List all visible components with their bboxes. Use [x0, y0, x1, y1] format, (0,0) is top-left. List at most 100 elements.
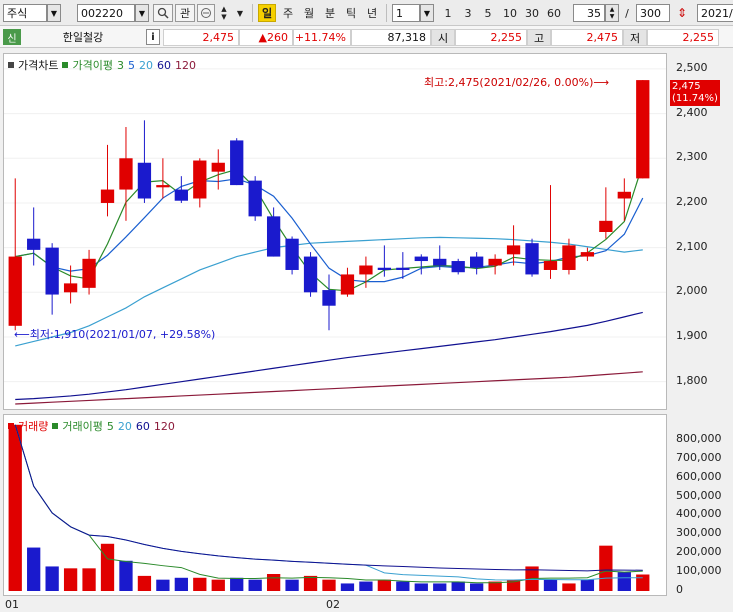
candle-body [470, 256, 484, 268]
range-toggle-icon[interactable]: ⇕ [673, 4, 691, 22]
period-tab-tick[interactable]: 틱 [342, 4, 360, 22]
volume-bar [174, 577, 188, 591]
search-icon[interactable] [153, 4, 173, 22]
credit-badge: 신 [3, 29, 21, 45]
volume-bar [248, 579, 262, 591]
ma120-line [15, 371, 643, 405]
stock-code-input[interactable]: 002220 [77, 4, 135, 22]
relation-button[interactable]: 관 [175, 4, 195, 22]
total-field[interactable]: 300 [636, 4, 670, 22]
volume-bar [599, 545, 613, 591]
min-price-note: ⟵최저:1,910(2021/01/07, +29.58%) [14, 328, 216, 341]
date-field[interactable]: 2021/ [697, 4, 733, 22]
date-input[interactable]: 2021/ [697, 4, 733, 22]
stock-name: 한일철강 [62, 31, 104, 44]
period-tab-day[interactable]: 일 [258, 4, 276, 22]
volume-y-tick: 100,000 [676, 564, 722, 578]
volume-bar [266, 574, 281, 591]
price-chart-panel[interactable]: 가격차트 가격이평 3 5 20 60 120 최고:2,475(2021/02… [3, 53, 667, 410]
minute-button-60[interactable]: 60 [544, 4, 564, 22]
volume-bar [470, 583, 484, 591]
volume-y-tick: 800,000 [676, 431, 722, 445]
interval-value: 1 [392, 4, 420, 22]
candle-body [100, 189, 115, 203]
volume-chart-panel[interactable]: 거래량 거래이평 5 20 60 120 [3, 414, 667, 596]
change-percent: +11.74% [293, 29, 351, 46]
period-tab-year[interactable]: 년 [363, 4, 381, 22]
open-price: 2,255 [455, 29, 527, 46]
low-label: 저 [623, 29, 647, 46]
candle-body [599, 220, 613, 232]
volume-bar [377, 579, 392, 591]
code-dropdown-icon[interactable]: ▼ [135, 4, 149, 22]
volume-bar [414, 583, 428, 591]
candle-body [617, 191, 631, 199]
total-input[interactable]: 300 [636, 4, 670, 22]
interval-dropdown-icon[interactable]: ▼ [420, 4, 434, 22]
legend-bullet-icon [8, 423, 14, 429]
period-tab-week[interactable]: 주 [279, 4, 297, 22]
volume-bar [193, 577, 207, 591]
last-price-value: 2,475 [672, 81, 701, 92]
volume-chart[interactable] [4, 415, 666, 595]
candle-body [45, 247, 59, 295]
volume-bar [562, 583, 576, 591]
minute-button-10[interactable]: 10 [500, 4, 520, 22]
volume-y-tick: 0 [676, 583, 683, 596]
volume-bar [100, 543, 115, 591]
toolbar: 주식 ▼ 002220 ▼ 관 ▲ ▼ ▼ 일 주 월 분 틱 년 1 ▼ 1 3… [0, 0, 733, 26]
price-chart[interactable] [4, 54, 666, 409]
current-price: 2,475 [163, 29, 239, 46]
vol-ma-period-60: 60 [135, 419, 150, 433]
volume-bar [303, 575, 318, 591]
candle-body [137, 162, 152, 199]
period-tab-minute[interactable]: 분 [321, 4, 339, 22]
count-spinner[interactable]: ▲ ▼ [605, 4, 619, 22]
candle-body [248, 180, 262, 217]
minute-button-3[interactable]: 3 [460, 4, 476, 22]
open-label: 시 [431, 29, 455, 46]
low-price: 2,255 [647, 29, 719, 46]
market-select[interactable]: 주식 ▼ [3, 4, 61, 22]
volume-bar [543, 579, 558, 591]
volume-bar [451, 581, 465, 591]
volume-bar [322, 579, 336, 591]
volume-bar [211, 579, 225, 591]
candle-body [303, 256, 318, 293]
count-input[interactable]: 35 [573, 4, 605, 22]
candle-body [506, 245, 521, 255]
minute-button-1[interactable]: 1 [440, 4, 456, 22]
market-select-value: 주식 [3, 4, 47, 22]
price-y-tick: 2,100 [676, 239, 708, 253]
price-y-tick: 2,500 [676, 60, 708, 74]
volume-chart-title: 거래량 [18, 420, 49, 433]
candle-body [63, 283, 78, 293]
more-dropdown-icon[interactable]: ▼ [233, 4, 247, 22]
volume-bar [119, 560, 133, 591]
x-label-feb: 02 [326, 598, 340, 611]
volume-y-tick: 500,000 [676, 488, 722, 502]
count-field[interactable]: 35 ▲ ▼ [573, 4, 619, 22]
chevron-down-icon[interactable]: ▼ [47, 4, 61, 22]
volume-bar [396, 581, 410, 591]
ma-period-20: 20 [138, 58, 153, 72]
candle-body [414, 256, 428, 262]
period-tab-month[interactable]: 월 [300, 4, 318, 22]
interval-select[interactable]: 1 ▼ [392, 4, 434, 22]
x-label-jan: 01 [5, 598, 19, 611]
price-y-tick: 1,900 [676, 328, 708, 342]
updown-spinner[interactable]: ▲ ▼ [217, 4, 231, 22]
minute-button-30[interactable]: 30 [522, 4, 542, 22]
volume-bar [63, 568, 78, 591]
link-icon[interactable] [197, 4, 215, 22]
candle-body [359, 265, 373, 275]
candle-body [377, 267, 392, 270]
volume-bar [433, 583, 447, 591]
max-price-note: 최고:2,475(2021/02/26, 0.00%)⟶ [424, 76, 610, 89]
minute-button-5[interactable]: 5 [480, 4, 496, 22]
volume-bar [340, 583, 355, 591]
price-y-tick: 2,200 [676, 194, 708, 208]
stock-code-field[interactable]: 002220 ▼ [77, 4, 149, 22]
candle-body [230, 140, 244, 186]
info-button[interactable]: i [146, 29, 160, 45]
